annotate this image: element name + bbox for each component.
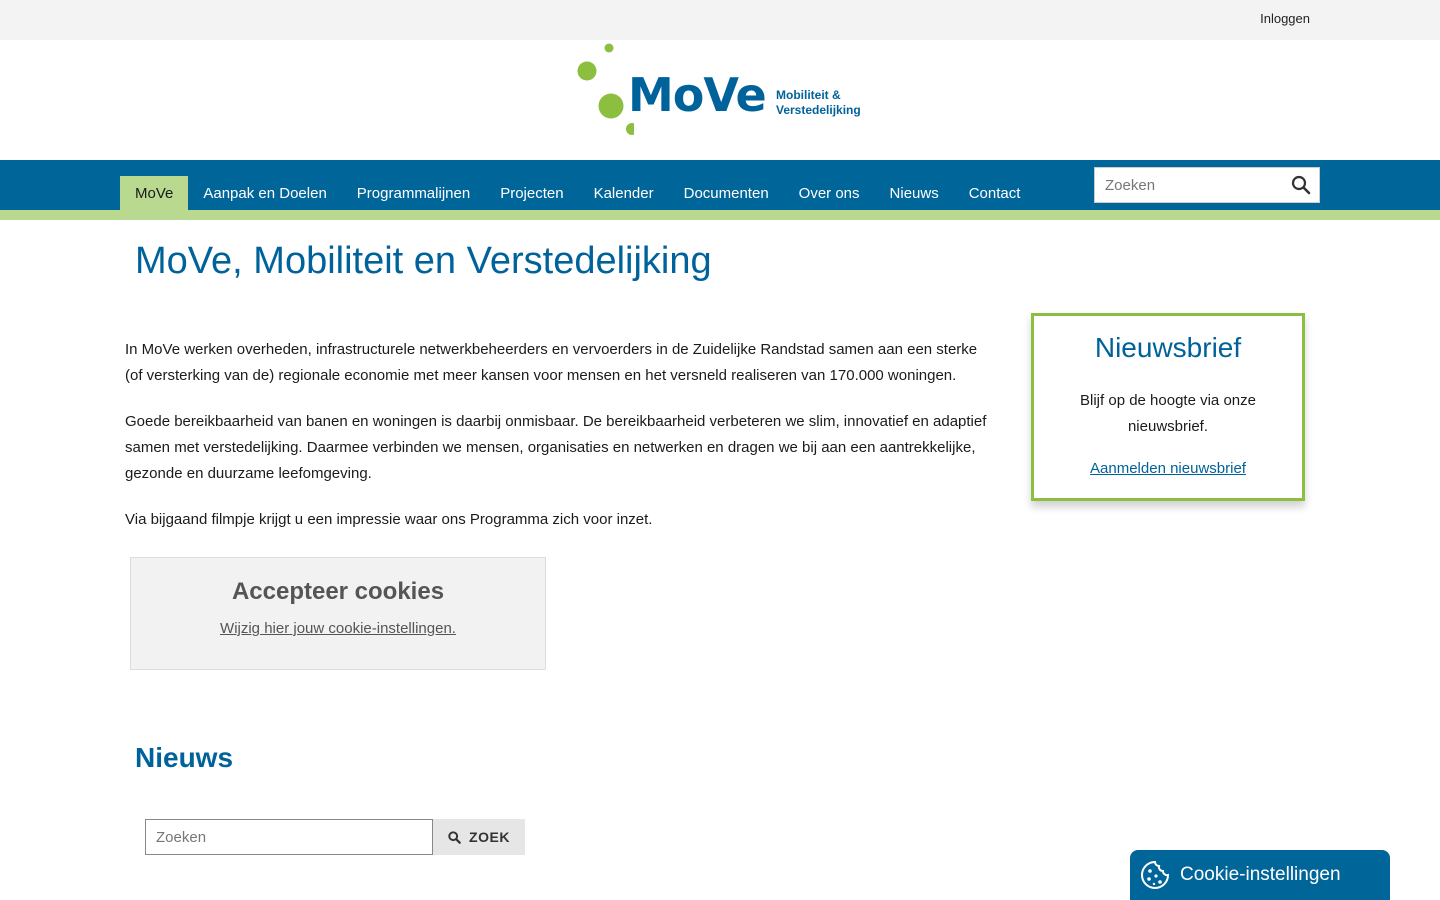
cookie-settings-label: Cookie-instellingen (1180, 864, 1341, 885)
cookie-placeholder-title: Accepteer cookies (231, 578, 445, 605)
nav-item-programmalijnen[interactable]: Programmalijnen (342, 176, 485, 210)
newsletter-box: Nieuwsbrief Blijf op de hoogte via onze … (1031, 313, 1305, 501)
newsletter-text: Blijf op de hoogte via onze nieuwsbrief. (1080, 392, 1256, 435)
news-search-input[interactable] (145, 819, 433, 855)
news-search-form: ZOEK (145, 819, 525, 855)
search-icon (448, 830, 461, 844)
nav-item-aanpak-en-doelen[interactable]: Aanpak en Doelen (188, 176, 341, 210)
nav-search-input[interactable] (1095, 168, 1281, 202)
cookie-settings-link[interactable]: Wijzig hier jouw cookie-instellingen. (220, 620, 456, 637)
intro-paragraph: Via bijgaand filmpje krijgt u een impres… (125, 511, 653, 528)
newsletter-title: Nieuwsbrief (1094, 332, 1242, 363)
intro-paragraph: In MoVe werken overheden, infrastructure… (125, 341, 978, 384)
nav-item-over-ons[interactable]: Over ons (784, 176, 875, 210)
nav-item-documenten[interactable]: Documenten (669, 176, 784, 210)
nav-search-box (1094, 167, 1320, 203)
nav-item-move[interactable]: MoVe (120, 176, 189, 210)
nav-item-contact[interactable]: Contact (954, 176, 1036, 210)
search-icon (1291, 175, 1311, 195)
newsletter-signup-link[interactable]: Aanmelden nieuwsbrief (1090, 460, 1246, 477)
logo-subtitle-line1: Mobiliteit & (776, 88, 841, 102)
page-title: MoVe, Mobiliteit en Verstedelijking (135, 240, 712, 282)
nav-item-kalender[interactable]: Kalender (579, 176, 669, 210)
login-link[interactable]: Inloggen (1260, 11, 1310, 26)
news-heading: Nieuws (135, 742, 234, 773)
cookie-icon (1141, 860, 1170, 889)
nav-menu: MoVe Aanpak en Doelen Programmalijnen Pr… (120, 176, 1035, 210)
nav-item-projecten[interactable]: Projecten (485, 176, 578, 210)
nav-item-nieuws[interactable]: Nieuws (875, 176, 954, 210)
news-search-button-label: ZOEK (469, 829, 510, 845)
logo-dots-icon (577, 43, 634, 135)
main-navigation: MoVe Aanpak en Doelen Programmalijnen Pr… (0, 160, 1440, 210)
intro-text: In MoVe werken overheden, infrastructure… (125, 337, 995, 553)
logo-wordmark: MoVe (628, 68, 767, 122)
site-logo[interactable]: MoVe Mobiliteit & Verstedelijking (574, 42, 869, 140)
header-logo-area: MoVe Mobiliteit & Verstedelijking (0, 40, 1440, 160)
logo-subtitle-line2: Verstedelijking (776, 103, 861, 117)
nav-accent-stripe (0, 210, 1440, 220)
news-search-button[interactable]: ZOEK (433, 819, 525, 855)
top-utility-bar: Inloggen (0, 0, 1440, 40)
cookie-consent-placeholder: Accepteer cookies Wijzig hier jouw cooki… (130, 557, 546, 670)
nav-search-button[interactable] (1291, 175, 1311, 195)
intro-paragraph: Goede bereikbaarheid van banen en woning… (125, 413, 987, 482)
cookie-settings-button[interactable]: Cookie-instellingen (1130, 850, 1390, 900)
